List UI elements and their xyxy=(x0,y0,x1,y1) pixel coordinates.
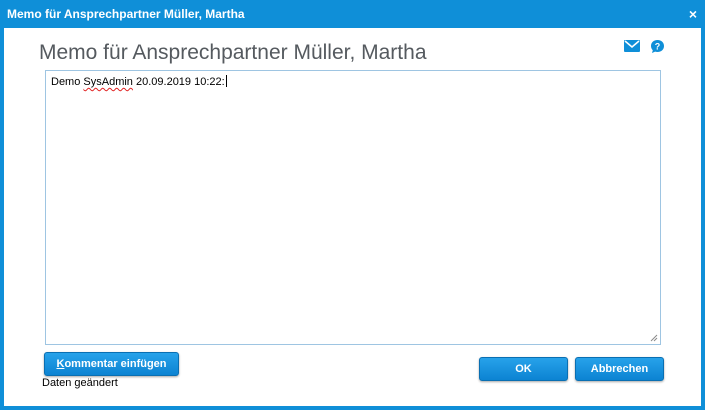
title-bar[interactable]: Memo für Ansprechpartner Müller, Martha … xyxy=(0,0,705,28)
page-title: Memo für Ansprechpartner Müller, Martha xyxy=(39,41,427,64)
memo-text-prefix: Demo xyxy=(51,76,84,88)
help-icon[interactable]: ? xyxy=(650,39,665,54)
memo-textarea[interactable]: Demo SysAdmin 20.09.2019 10:22: xyxy=(45,70,661,345)
cancel-button[interactable]: Abbrechen xyxy=(575,357,664,381)
window-title: Memo für Ansprechpartner Müller, Martha xyxy=(7,7,245,21)
text-caret xyxy=(225,75,227,87)
insert-comment-button[interactable]: Kommentar einfügen xyxy=(44,352,179,376)
close-icon[interactable]: × xyxy=(685,5,701,23)
resize-grip-icon[interactable] xyxy=(650,334,658,342)
mail-icon[interactable] xyxy=(624,40,640,52)
memo-text: Demo SysAdmin 20.09.2019 10:22: xyxy=(51,75,227,88)
ok-button[interactable]: OK xyxy=(479,357,568,381)
memo-text-suffix: 20.09.2019 10:22: xyxy=(132,76,225,88)
dialog-content: Memo für Ansprechpartner Müller, Martha … xyxy=(4,28,701,406)
memo-dialog: Memo für Ansprechpartner Müller, Martha … xyxy=(0,0,705,410)
memo-text-misspelled: SysAdmin xyxy=(83,76,133,88)
insert-comment-label: ommentar einfügen xyxy=(64,358,167,370)
status-text: Daten geändert xyxy=(42,377,118,389)
svg-text:?: ? xyxy=(655,42,661,52)
